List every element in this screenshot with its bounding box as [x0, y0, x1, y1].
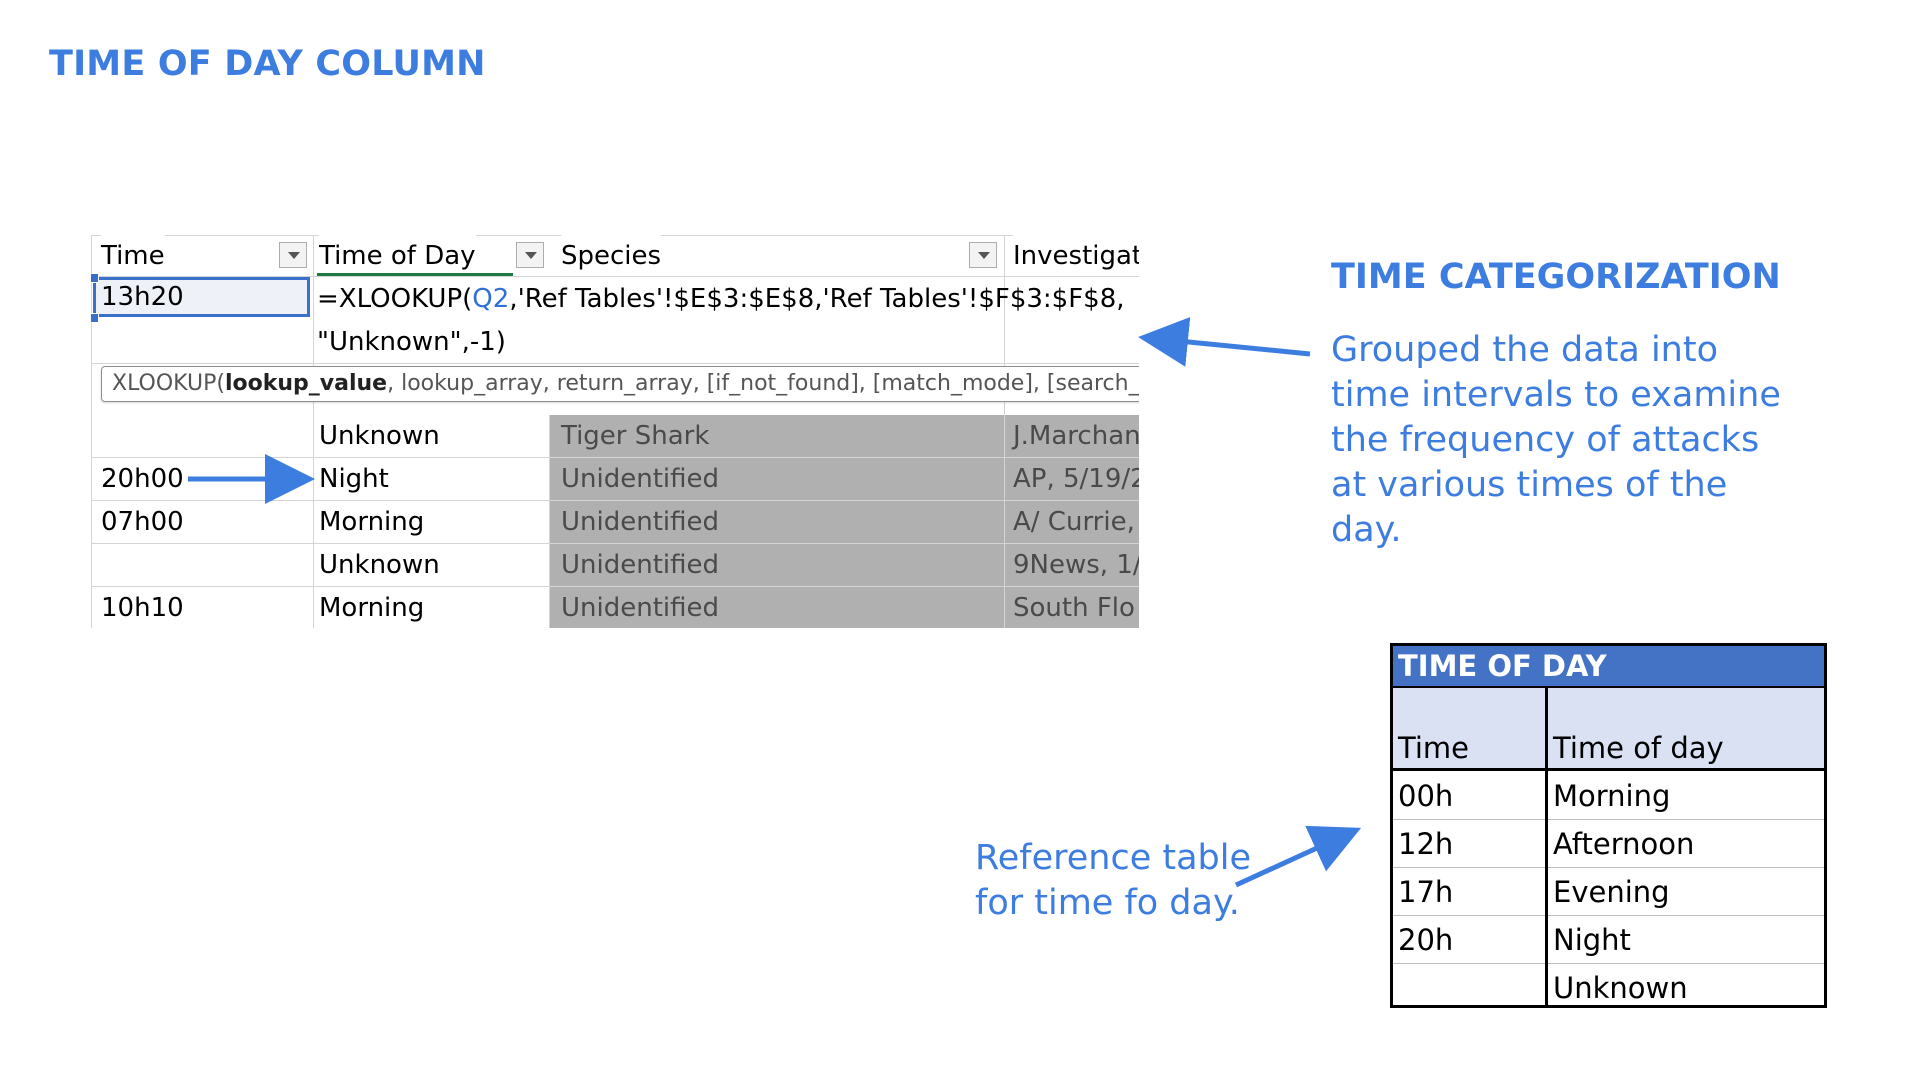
cell-species[interactable]: Unidentified	[561, 459, 719, 499]
cell-tod[interactable]: Unknown	[319, 545, 440, 585]
reference-cell-time: 00h	[1398, 779, 1454, 813]
formula-prefix: =XLOOKUP(	[317, 284, 473, 314]
cell-tod[interactable]: Morning	[319, 502, 424, 542]
table-gridline	[1393, 915, 1545, 916]
reference-cell-tod: Unknown	[1553, 971, 1688, 1005]
header-investigator: Investigat	[1013, 235, 1139, 276]
gridline	[91, 457, 1139, 458]
gridline	[91, 586, 1139, 587]
reference-cell-time: 12h	[1398, 827, 1454, 861]
cell-time[interactable]: 20h00	[101, 459, 184, 499]
reference-cell-time: 17h	[1398, 875, 1454, 909]
header-time: Time	[101, 235, 165, 276]
cell-species[interactable]: Unidentified	[561, 502, 719, 542]
reference-cell-time: 20h	[1398, 923, 1454, 957]
reference-cell-tod: Morning	[1553, 779, 1671, 813]
reference-header-time: Time	[1398, 731, 1469, 765]
arrow-to-formula	[1138, 317, 1311, 367]
tooltip-args: , lookup_array, return_array, [if_not_fo…	[387, 371, 1139, 396]
gridline	[91, 500, 1139, 501]
table-gridline	[1393, 819, 1545, 820]
gridline	[549, 415, 550, 628]
cell-investigator[interactable]: 9News, 1/	[1013, 545, 1139, 585]
formula-cell-reference: Q2	[472, 284, 510, 314]
table-border	[1393, 768, 1824, 771]
reference-cell-tod: Evening	[1553, 875, 1670, 909]
function-tooltip: XLOOKUP(lookup_value, lookup_array, retu…	[101, 366, 1139, 402]
cell-tod[interactable]: Morning	[319, 588, 424, 628]
header-species: Species	[561, 235, 662, 276]
selection-handle[interactable]	[91, 273, 99, 283]
active-column-indicator	[317, 273, 513, 276]
header-time-of-day: Time of Day	[319, 235, 476, 276]
reference-header-time-of-day: Time of day	[1553, 731, 1724, 765]
table-gridline	[1393, 963, 1545, 964]
reference-table: TIME OF DAY Time Time of day 00h Morning…	[1390, 643, 1827, 1008]
reference-cell-tod: Afternoon	[1553, 827, 1695, 861]
table-gridline	[1548, 819, 1824, 820]
table-gridline	[1548, 867, 1824, 868]
formula-line-2: "Unknown",-1)	[317, 327, 506, 357]
spreadsheet-excerpt[interactable]: Time Time of Day Species Investigat 13h2…	[91, 235, 1139, 628]
cell-species[interactable]: Unidentified	[561, 545, 719, 585]
reference-note: Reference table for time fo day.	[975, 838, 1252, 923]
slide-title: TIME OF DAY COLUMN	[49, 44, 486, 84]
gridline	[91, 543, 1139, 544]
table-gridline	[1548, 963, 1824, 964]
tooltip-function: XLOOKUP(	[112, 371, 225, 396]
cell-investigator[interactable]: J.Marchand	[1013, 416, 1139, 456]
active-cell-value: 13h20	[101, 282, 184, 312]
selection-handle[interactable]	[91, 313, 99, 323]
reference-cell-tod: Night	[1553, 923, 1631, 957]
categorization-text: Grouped the data into time intervals to …	[1331, 330, 1781, 550]
cell-tod[interactable]: Night	[319, 459, 389, 499]
table-gridline	[1548, 915, 1824, 916]
reference-table-title: TIME OF DAY	[1393, 646, 1824, 686]
cell-time[interactable]: 07h00	[101, 502, 184, 542]
table-gridline	[1393, 867, 1545, 868]
cell-species[interactable]: Unidentified	[561, 588, 719, 628]
cell-tod[interactable]: Unknown	[319, 416, 440, 456]
categorization-title: TIME CATEGORIZATION	[1331, 257, 1781, 297]
gridline	[313, 235, 314, 628]
filter-dropdown-species[interactable]	[969, 242, 997, 268]
cell-time[interactable]: 10h10	[101, 588, 184, 628]
cell-investigator[interactable]: South Flo	[1013, 588, 1135, 628]
tooltip-active-arg: lookup_value	[224, 371, 388, 396]
formula-arguments: ,'Ref Tables'!$E$3:$E$8,'Ref Tables'!$F$…	[509, 284, 1125, 314]
cell-investigator[interactable]: AP, 5/19/2	[1013, 459, 1139, 499]
table-border	[1393, 686, 1824, 688]
cell-species[interactable]: Tiger Shark	[561, 416, 709, 456]
formula-edit[interactable]: =XLOOKUP(Q2,'Ref Tables'!$E$3:$E$8,'Ref …	[317, 278, 1125, 364]
gridline	[91, 235, 92, 628]
filter-dropdown-time[interactable]	[279, 242, 307, 268]
cell-investigator[interactable]: A/ Currie,	[1013, 502, 1135, 542]
filter-dropdown-time-of-day[interactable]	[516, 242, 544, 268]
